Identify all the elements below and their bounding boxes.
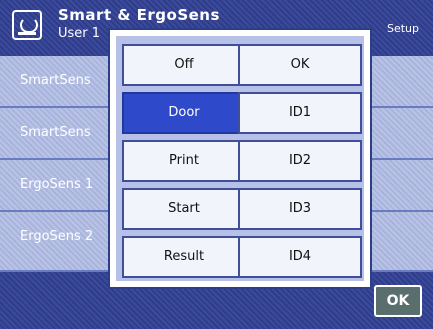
door-button[interactable]: Door [122, 92, 246, 134]
page-title: Smart & ErgoSens [58, 6, 220, 24]
setup-label: Setup [386, 22, 419, 35]
row-label: ErgoSens 1 [20, 177, 94, 192]
start-button[interactable]: Start [122, 188, 246, 230]
row-label: SmartSens [20, 73, 91, 88]
result-button[interactable]: Result [122, 236, 246, 278]
ok-option-button[interactable]: OK [238, 44, 362, 86]
id1-button[interactable]: ID1 [238, 92, 362, 134]
id4-button[interactable]: ID4 [238, 236, 362, 278]
id2-button[interactable]: ID2 [238, 140, 362, 182]
print-button[interactable]: Print [122, 140, 246, 182]
screen: Smart & ErgoSens User 1 Setup SmartSens … [0, 0, 433, 329]
off-button[interactable]: Off [122, 44, 246, 86]
row-label: SmartSens [20, 125, 91, 140]
ok-button[interactable]: OK [374, 285, 422, 317]
id3-button[interactable]: ID3 [238, 188, 362, 230]
balance-icon [12, 10, 42, 40]
user-label: User 1 [58, 26, 101, 41]
function-popup: Off OK Door ID1 Print ID2 Start ID3 Resu… [108, 28, 372, 289]
popup-body: Off OK Door ID1 Print ID2 Start ID3 Resu… [116, 36, 364, 281]
row-label: ErgoSens 2 [20, 229, 94, 244]
